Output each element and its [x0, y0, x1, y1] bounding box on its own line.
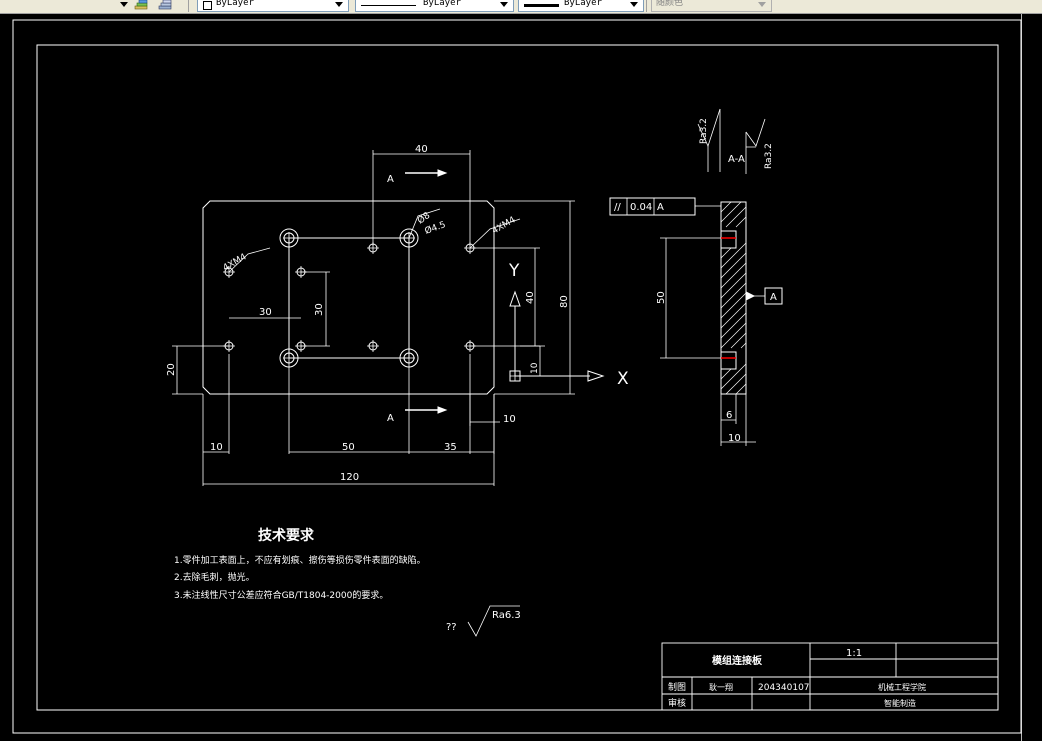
roughness-right-text: Ra3.2	[764, 143, 774, 169]
dim-text-thread-left: 4XM4	[222, 252, 249, 273]
linetype-control-combo[interactable]: ByLayer	[355, 0, 514, 12]
section-arrow-bottom	[437, 406, 448, 414]
roughness-prefix: ??	[446, 622, 457, 633]
checked-label: 审核	[668, 697, 686, 709]
layer-states-icon[interactable]	[134, 0, 149, 11]
axis-label-x: X	[617, 369, 629, 389]
drawn-name: 耿一翔	[709, 682, 733, 692]
dim-50-35	[288, 354, 495, 454]
cad-drawing: 40 Ø8 Ø4.5 4XM4 4XM4 80 40 30 30 20 10 1…	[12, 19, 1022, 734]
ucs-axes	[514, 306, 590, 377]
section-view-title: A-A	[728, 154, 745, 165]
datum-label: A	[770, 292, 777, 303]
axis-label-y: Y	[508, 261, 520, 281]
tolerance-value: 0.04	[630, 202, 652, 213]
student-id: 204340107	[758, 683, 810, 693]
properties-toolbar: ByLayer ByLayer ByLayer 随颜色	[0, 0, 1042, 14]
section-dim-10: 10	[728, 433, 741, 444]
section-label-top: A	[387, 174, 394, 185]
drawing-canvas[interactable]: 40 Ø8 Ø4.5 4XM4 4XM4 80 40 30 30 20 10 1…	[0, 14, 1042, 741]
school-name: 机械工程学院	[878, 682, 926, 692]
plotstyle-combo-label: 随颜色	[656, 0, 684, 8]
color-control-combo[interactable]: ByLayer	[197, 0, 349, 12]
chevron-down-icon	[500, 2, 508, 7]
dim-text-y-10: 10	[530, 362, 540, 374]
chevron-down-icon	[758, 2, 766, 7]
dim-20	[172, 345, 229, 395]
inner-square-outline	[288, 237, 410, 359]
roughness-left-text: Ra3.2	[699, 118, 709, 144]
toolbar-separator	[646, 0, 647, 12]
dim-text-35: 35	[444, 442, 457, 453]
dim-text-50: 50	[342, 442, 355, 453]
class-name: 智能制造	[884, 698, 916, 708]
roughness-value: Ra6.3	[492, 610, 521, 621]
dim-text-thread-right: 4XM4	[491, 215, 518, 236]
dim-text-inner-30-h: 30	[259, 307, 272, 318]
tech-requirement-2: 2.去除毛刺，抛光。	[174, 571, 255, 583]
dim-text-bottom-10: 10	[210, 442, 223, 453]
color-swatch-icon	[203, 1, 212, 10]
plate-outline	[202, 200, 495, 395]
lineweight-control-combo[interactable]: ByLayer	[518, 0, 644, 12]
section-arrow-top	[437, 169, 448, 177]
section-dim-50: 50	[656, 291, 667, 304]
lineweight-sample-icon	[524, 4, 559, 7]
layer-previous-icon[interactable]	[158, 0, 173, 11]
drawn-label: 制图	[668, 681, 686, 693]
tech-requirements-title: 技术要求	[258, 527, 315, 544]
center-marks	[223, 232, 476, 364]
part-name: 模组连接板	[712, 654, 763, 667]
section-label-bottom: A	[387, 413, 394, 424]
dim-text-right-10: 10	[503, 414, 516, 425]
toolbar-separator	[188, 0, 189, 12]
chevron-down-icon	[335, 2, 343, 7]
tolerance-symbol: //	[614, 202, 621, 213]
tolerance-datum: A	[657, 202, 664, 213]
dim-right-10	[469, 394, 500, 426]
linetype-sample-icon	[361, 5, 416, 6]
chevron-down-icon[interactable]	[120, 2, 128, 7]
section-cut-lines	[405, 172, 438, 411]
dim-text-120: 120	[340, 472, 359, 483]
dim-top-40	[372, 150, 471, 246]
y-axis-arrow-icon	[509, 290, 521, 307]
title-block	[661, 642, 999, 711]
small-holes	[224, 243, 475, 351]
dim-text-inner-30-v: 30	[314, 303, 325, 316]
dim-text-80: 80	[559, 295, 570, 308]
dim-bottom-10	[203, 354, 230, 454]
tech-requirement-1: 1.零件加工表面上，不应有划痕、擦伤等损伤零件表面的缺陷。	[174, 554, 426, 566]
dim-text-40-top: 40	[415, 144, 428, 155]
linetype-combo-label: ByLayer	[423, 0, 461, 8]
plotstyle-control-combo: 随颜色	[651, 0, 772, 12]
dim-text-40: 40	[525, 291, 536, 304]
scale-text: 1:1	[846, 648, 862, 659]
section-view	[609, 108, 783, 446]
tech-requirement-3: 3.未注线性尺寸公差应符合GB/T1804-2000的要求。	[174, 589, 388, 601]
lineweight-combo-label: ByLayer	[564, 0, 602, 8]
x-axis-arrow-icon	[587, 370, 605, 382]
section-dim-6: 6	[726, 410, 732, 421]
dim-text-20: 20	[166, 363, 177, 376]
color-combo-label: ByLayer	[216, 0, 254, 8]
chevron-down-icon	[630, 2, 638, 7]
